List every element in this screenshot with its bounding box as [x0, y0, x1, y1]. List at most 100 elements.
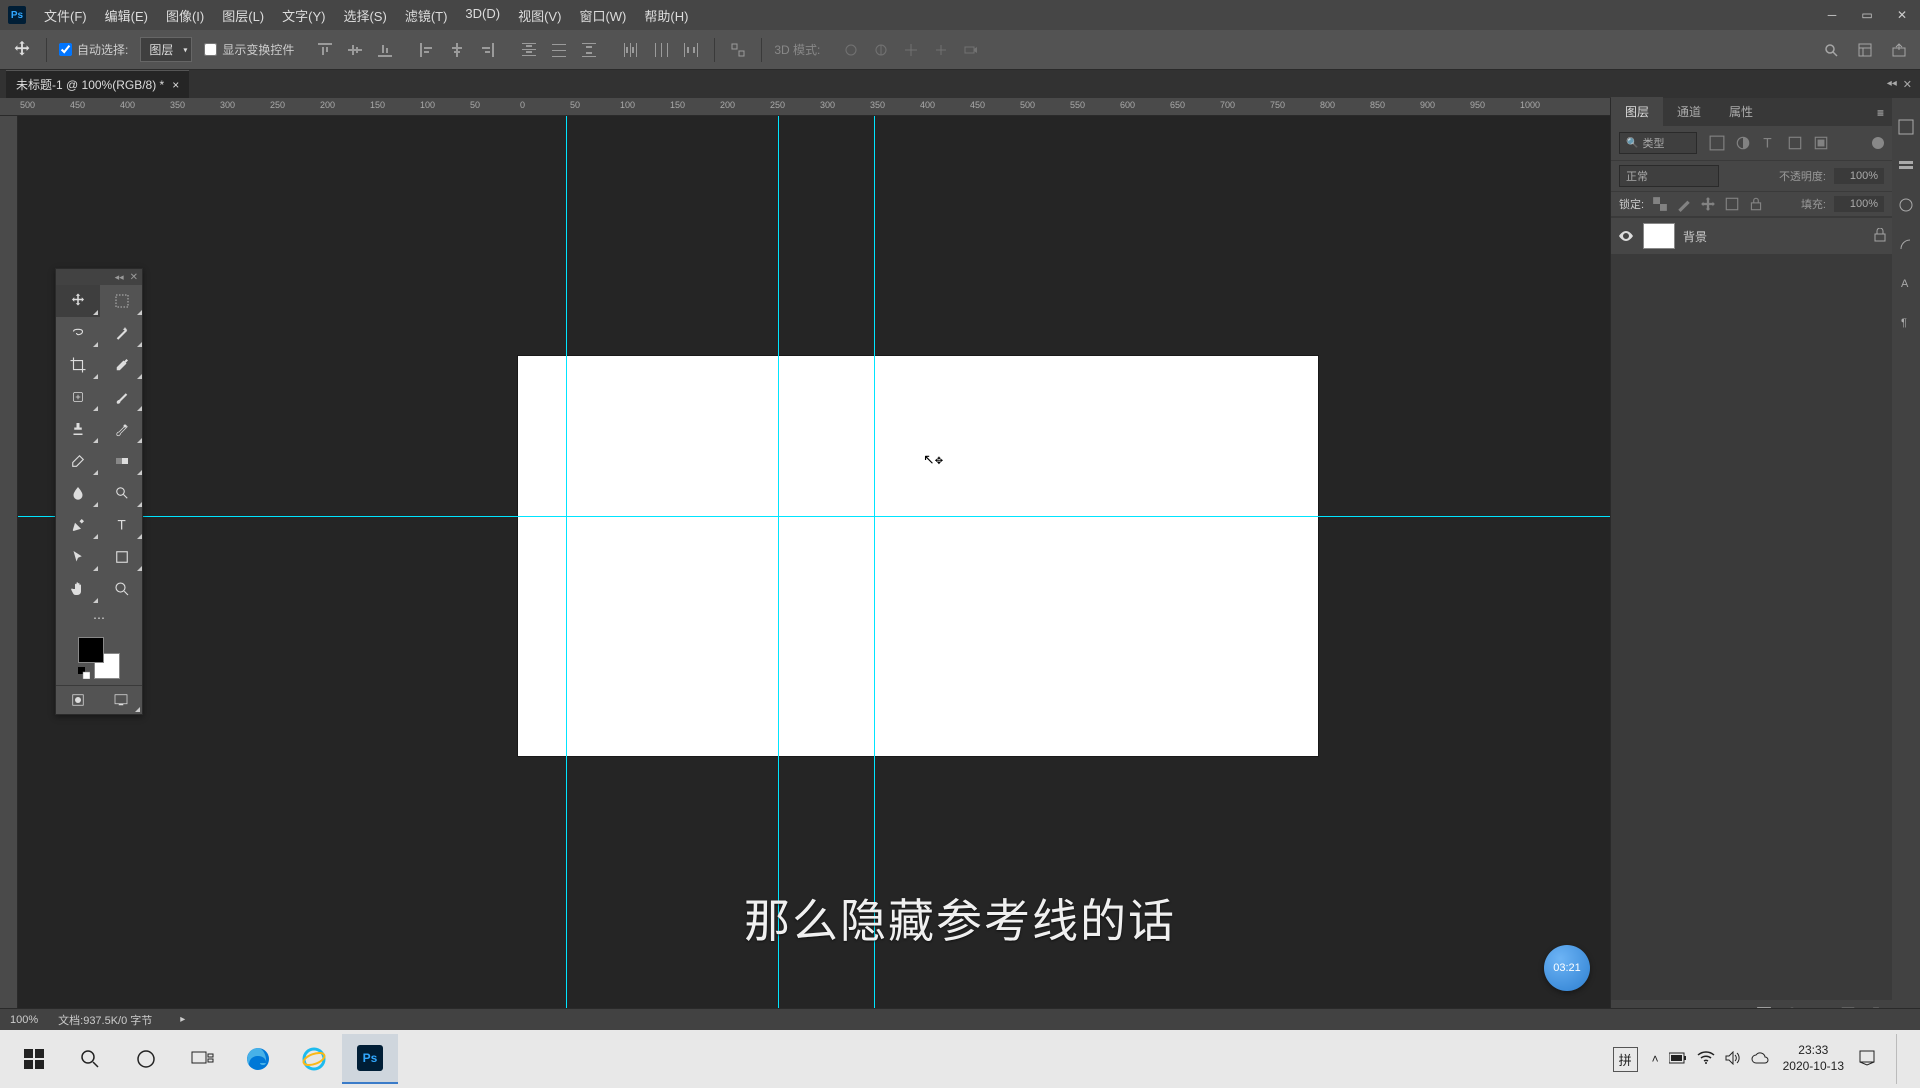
start-button[interactable]	[6, 1034, 62, 1084]
lock-position-icon[interactable]	[1700, 196, 1716, 212]
ie-browser-icon[interactable]	[286, 1034, 342, 1084]
menu-3d[interactable]: 3D(D)	[457, 2, 508, 29]
marquee-tool[interactable]	[100, 285, 144, 317]
minimize-button[interactable]: ─	[1822, 5, 1842, 25]
tab-layers[interactable]: 图层	[1611, 97, 1663, 126]
search-icon[interactable]	[1820, 39, 1842, 61]
photoshop-taskbar-icon[interactable]: Ps	[342, 1034, 398, 1084]
filter-text-icon[interactable]: T	[1761, 135, 1777, 151]
collapsed-panel-icon[interactable]	[1897, 118, 1915, 139]
canvas[interactable]	[518, 356, 1318, 756]
show-desktop-button[interactable]	[1896, 1034, 1906, 1084]
zoom-level[interactable]: 100%	[10, 1014, 38, 1026]
filter-toggle-icon[interactable]	[1872, 137, 1884, 149]
filter-shape-icon[interactable]	[1787, 135, 1803, 151]
show-transform-checkbox[interactable]: 显示变换控件	[204, 41, 294, 58]
menu-window[interactable]: 窗口(W)	[571, 2, 634, 29]
collapsed-panel-icon[interactable]	[1897, 157, 1915, 178]
menu-layer[interactable]: 图层(L)	[214, 2, 272, 29]
maximize-button[interactable]: ▭	[1857, 5, 1877, 25]
guide-vertical[interactable]	[566, 116, 567, 1028]
align-right-icon[interactable]	[476, 39, 498, 61]
collapsed-panel-icon[interactable]: A	[1897, 274, 1915, 295]
menu-filter[interactable]: 滤镜(T)	[397, 2, 456, 29]
screen-mode-icon[interactable]	[99, 686, 142, 714]
tools-panel-header[interactable]: ◂◂ ✕	[56, 269, 142, 285]
quick-mask-icon[interactable]	[56, 686, 99, 714]
workspace-icon[interactable]	[1854, 39, 1876, 61]
healing-tool[interactable]	[56, 381, 100, 413]
distribute-vcenter-icon[interactable]	[548, 39, 570, 61]
filter-adjust-icon[interactable]	[1735, 135, 1751, 151]
distribute-bottom-icon[interactable]	[578, 39, 600, 61]
collapse-icon[interactable]: ◂◂	[1887, 78, 1897, 91]
dodge-tool[interactable]	[100, 477, 144, 509]
shape-tool[interactable]	[100, 541, 144, 573]
lock-transparent-icon[interactable]	[1652, 196, 1668, 212]
auto-align-icon[interactable]	[727, 39, 749, 61]
distribute-hcenter-icon[interactable]	[650, 39, 672, 61]
close-icon[interactable]: ×	[172, 78, 179, 92]
zoom-tool[interactable]	[100, 573, 144, 605]
ime-indicator[interactable]: 拼	[1613, 1047, 1638, 1072]
fill-value[interactable]: 100%	[1834, 196, 1884, 212]
wifi-icon[interactable]	[1697, 1051, 1715, 1068]
menu-help[interactable]: 帮助(H)	[636, 2, 696, 29]
document-info[interactable]: 文档:937.5K/0 字节	[58, 1012, 152, 1028]
collapsed-panel-icon[interactable]	[1897, 196, 1915, 217]
brush-tool[interactable]	[100, 381, 144, 413]
align-left-icon[interactable]	[416, 39, 438, 61]
tab-properties[interactable]: 属性	[1715, 97, 1767, 126]
document-tab[interactable]: 未标题-1 @ 100%(RGB/8) * ×	[6, 70, 189, 98]
distribute-left-icon[interactable]	[620, 39, 642, 61]
menu-type[interactable]: 文字(Y)	[274, 2, 333, 29]
opacity-value[interactable]: 100%	[1834, 168, 1884, 184]
distribute-top-icon[interactable]	[518, 39, 540, 61]
close-button[interactable]: ✕	[1892, 5, 1912, 25]
menu-image[interactable]: 图像(I)	[158, 2, 212, 29]
lock-brush-icon[interactable]	[1676, 196, 1692, 212]
task-view-button[interactable]	[174, 1034, 230, 1084]
move-tool[interactable]	[56, 285, 100, 317]
auto-select-target-dropdown[interactable]: 图层 ▾	[140, 37, 192, 62]
distribute-right-icon[interactable]	[680, 39, 702, 61]
crop-tool[interactable]	[56, 349, 100, 381]
menu-edit[interactable]: 编辑(E)	[97, 2, 156, 29]
align-top-icon[interactable]	[314, 39, 336, 61]
default-colors-icon[interactable]	[78, 667, 90, 679]
clock[interactable]: 23:33 2020-10-13	[1783, 1043, 1844, 1074]
volume-icon[interactable]	[1725, 1051, 1741, 1068]
onedrive-icon[interactable]	[1751, 1052, 1769, 1067]
layer-thumbnail[interactable]	[1643, 223, 1675, 249]
align-vcenter-icon[interactable]	[344, 39, 366, 61]
battery-icon[interactable]	[1669, 1052, 1687, 1067]
search-button[interactable]	[62, 1034, 118, 1084]
gradient-tool[interactable]	[100, 445, 144, 477]
chevron-right-icon[interactable]: ▸	[180, 1014, 185, 1025]
history-brush-tool[interactable]	[100, 413, 144, 445]
guide-horizontal[interactable]	[18, 516, 1610, 517]
layer-name[interactable]: 背景	[1683, 228, 1866, 245]
filter-type-dropdown[interactable]: 🔍 类型	[1619, 132, 1697, 154]
align-hcenter-icon[interactable]	[446, 39, 468, 61]
filter-smart-icon[interactable]	[1813, 135, 1829, 151]
layer-row[interactable]: 背景	[1611, 218, 1892, 254]
edit-toolbar-button[interactable]: ⋯	[56, 605, 142, 631]
collapsed-panel-icon[interactable]	[1897, 235, 1915, 256]
foreground-color-swatch[interactable]	[78, 637, 104, 663]
blend-mode-dropdown[interactable]: 正常	[1619, 165, 1719, 187]
collapsed-panel-icon[interactable]: ¶	[1897, 313, 1915, 334]
lasso-tool[interactable]	[56, 317, 100, 349]
collapse-icon[interactable]: ◂◂	[115, 272, 124, 283]
menu-select[interactable]: 选择(S)	[335, 2, 394, 29]
horizontal-ruler[interactable]: 5004504003503002502001501005005010015020…	[0, 98, 1610, 116]
close-icon[interactable]: ✕	[130, 272, 138, 283]
hand-tool[interactable]	[56, 573, 100, 605]
edge-browser-icon[interactable]	[230, 1034, 286, 1084]
auto-select-checkbox[interactable]: 自动选择:	[59, 41, 128, 58]
close-panel-icon[interactable]: ✕	[1903, 78, 1912, 91]
lock-all-icon[interactable]	[1748, 196, 1764, 212]
type-tool[interactable]: T	[100, 509, 144, 541]
eyedropper-tool[interactable]	[100, 349, 144, 381]
eraser-tool[interactable]	[56, 445, 100, 477]
